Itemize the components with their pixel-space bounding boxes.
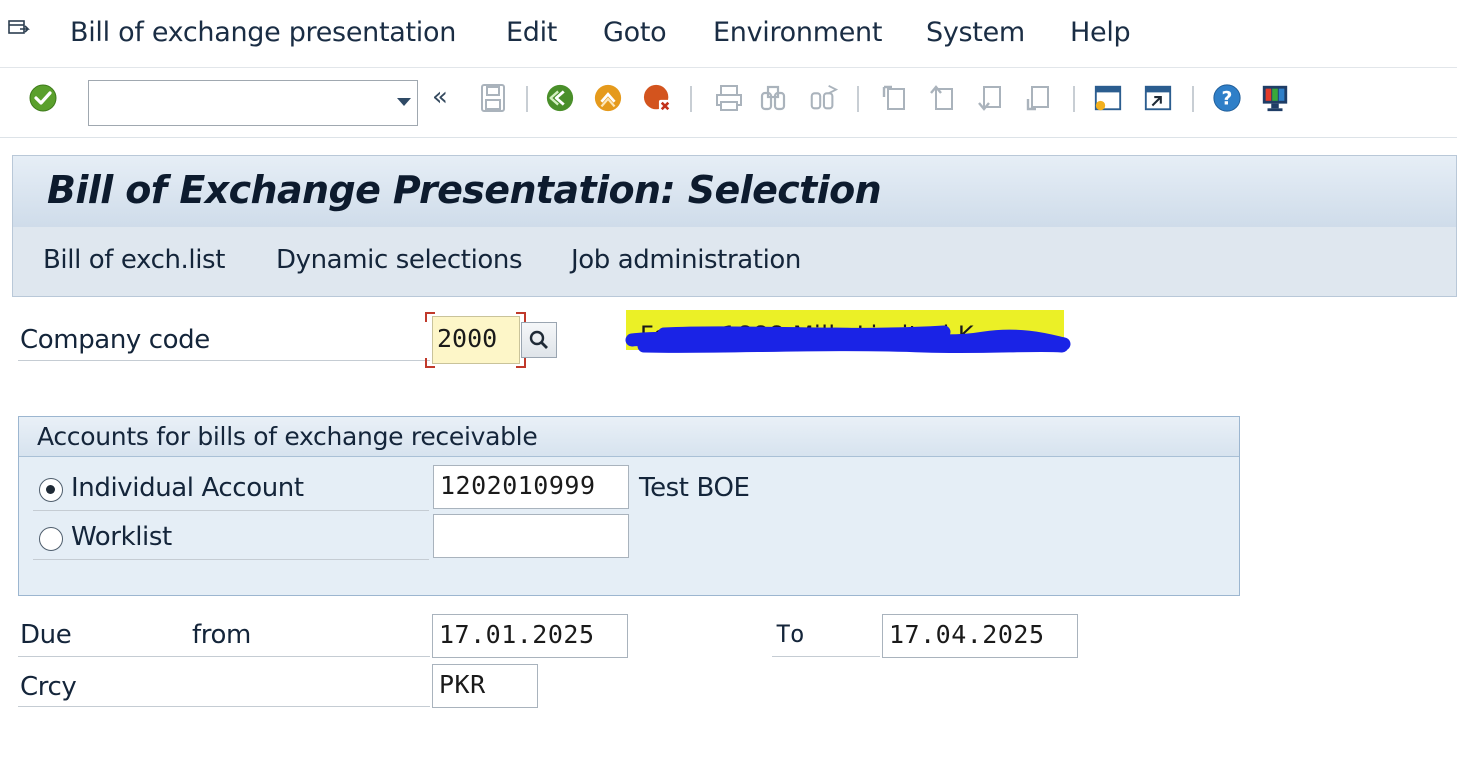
first-page-icon[interactable]: [880, 82, 910, 114]
currency-field[interactable]: PKR: [432, 664, 538, 708]
menu-icon[interactable]: [8, 20, 30, 40]
menu-help[interactable]: Help: [1070, 17, 1131, 48]
menu-bill-of-exchange-presentation[interactable]: Bill of exchange presentation: [70, 17, 456, 48]
shortcut-icon[interactable]: [1143, 82, 1173, 114]
back-icon[interactable]: [545, 82, 575, 114]
label-underline: [33, 510, 429, 511]
toolbar-separator: [526, 86, 528, 112]
find-next-icon[interactable]: [808, 82, 838, 114]
save-icon[interactable]: [478, 82, 508, 114]
page-title: Bill of Exchange Presentation: Selection: [47, 168, 882, 212]
accounts-group: Accounts for bills of exchange receivabl…: [18, 416, 1240, 596]
worklist-label: Worklist: [71, 522, 172, 552]
required-corner-mark: [516, 312, 526, 322]
menu-goto[interactable]: Goto: [603, 17, 667, 48]
company-code-field[interactable]: 2000: [432, 316, 520, 364]
find-icon[interactable]: [758, 82, 788, 114]
search-help-icon[interactable]: [521, 322, 557, 358]
accounts-group-title: Accounts for bills of exchange receivabl…: [37, 422, 538, 451]
check-icon[interactable]: [28, 82, 58, 114]
job-administration-button[interactable]: Job administration: [571, 245, 801, 275]
toolbar-separator: [1073, 86, 1075, 112]
redaction-scribble: [625, 325, 1071, 354]
company-code-label: Company code: [20, 325, 210, 355]
exit-icon[interactable]: [593, 82, 623, 114]
application-toolbar: Bill of exch.list Dynamic selections Job…: [12, 227, 1457, 297]
required-corner-mark: [516, 358, 526, 368]
due-label: Due: [20, 620, 72, 650]
due-to-label: To: [776, 620, 805, 648]
print-icon[interactable]: [714, 82, 744, 114]
last-page-icon[interactable]: [1024, 82, 1054, 114]
label-underline: [18, 360, 430, 361]
label-underline: [18, 656, 430, 657]
bill-of-exch-list-button[interactable]: Bill of exch.list: [43, 245, 225, 275]
help-icon[interactable]: ?: [1212, 82, 1242, 114]
command-input[interactable]: [89, 81, 379, 125]
label-underline: [772, 656, 880, 657]
toolbar-separator: [857, 86, 859, 112]
individual-account-label: Individual Account: [71, 473, 304, 503]
chevron-down-icon[interactable]: [397, 98, 411, 106]
previous-page-icon[interactable]: [928, 82, 958, 114]
required-corner-mark: [425, 358, 435, 368]
toolbar-separator: [690, 86, 692, 112]
create-session-icon[interactable]: [1093, 82, 1123, 114]
title-bar: Bill of Exchange Presentation: Selection: [12, 155, 1457, 227]
currency-label: Crcy: [20, 672, 77, 702]
menu-bar: Bill of exchange presentation Edit Goto …: [0, 0, 1457, 68]
worklist-field[interactable]: [433, 514, 629, 558]
individual-account-description: Test BOE: [639, 473, 750, 503]
menu-edit[interactable]: Edit: [506, 17, 557, 48]
required-corner-mark: [425, 312, 435, 322]
label-underline: [18, 706, 430, 707]
due-from-field[interactable]: 17.01.2025: [432, 614, 628, 658]
menu-environment[interactable]: Environment: [713, 17, 882, 48]
menu-system[interactable]: System: [926, 17, 1025, 48]
customize-layout-icon[interactable]: [1260, 82, 1290, 114]
accounts-group-header: Accounts for bills of exchange receivabl…: [19, 417, 1239, 457]
svg-text:?: ?: [1222, 89, 1233, 110]
worklist-radio[interactable]: [39, 527, 63, 551]
due-to-field[interactable]: 17.04.2025: [882, 614, 1078, 658]
toolbar-separator: [1192, 86, 1194, 112]
dynamic-selections-button[interactable]: Dynamic selections: [276, 245, 523, 275]
standard-toolbar: « ?: [0, 68, 1457, 138]
next-page-icon[interactable]: [976, 82, 1006, 114]
individual-account-radio[interactable]: [39, 478, 63, 502]
cancel-icon[interactable]: [643, 82, 673, 114]
individual-account-field[interactable]: 1202010999: [433, 465, 629, 509]
command-field[interactable]: [88, 80, 418, 126]
due-from-label: from: [192, 620, 251, 650]
label-underline: [33, 559, 429, 560]
collapse-icon[interactable]: «: [432, 82, 448, 112]
